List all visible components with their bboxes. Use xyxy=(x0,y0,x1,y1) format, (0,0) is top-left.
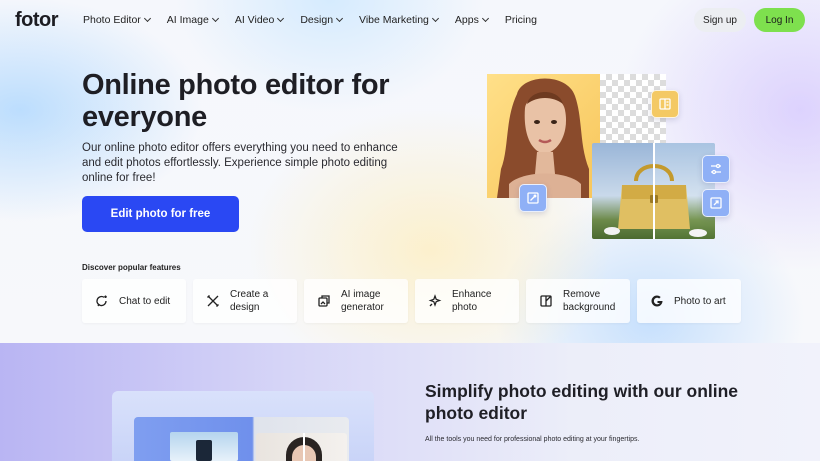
remove-background-icon xyxy=(540,295,552,307)
transform-tool-button[interactable] xyxy=(702,189,730,217)
feature-chat-to-edit[interactable]: Chat to edit xyxy=(82,279,186,323)
section-title: Simplify photo editing with our online p… xyxy=(425,381,739,423)
menu-label: Photo Editor xyxy=(83,14,141,26)
chevron-down-icon xyxy=(211,14,219,23)
design-tools-icon xyxy=(207,295,219,307)
resize-icon xyxy=(710,197,722,209)
layers-tool-button[interactable] xyxy=(651,90,679,118)
feature-label: Remove background xyxy=(563,289,616,313)
chat-edit-icon xyxy=(96,295,107,307)
feature-label: Enhance photo xyxy=(452,289,492,313)
perfume-bottle xyxy=(196,440,212,461)
signup-button[interactable]: Sign up xyxy=(694,8,746,32)
crop-icon xyxy=(527,192,539,204)
feature-remove-background[interactable]: Remove background xyxy=(526,279,630,323)
hero-subtext: Our online photo editor offers everythin… xyxy=(82,142,398,184)
main-menu: Photo Editor AI Image AI Video Design Vi… xyxy=(83,14,554,26)
feature-create-design[interactable]: Create a design xyxy=(193,279,297,323)
menu-label: Design xyxy=(300,14,334,26)
menu-label: Apps xyxy=(454,14,479,26)
chevron-down-icon xyxy=(143,14,151,23)
feature-label: Create a design xyxy=(230,289,269,313)
feature-list: Chat to edit Create a design AI image ge… xyxy=(82,279,741,323)
menu-vibe-marketing[interactable]: Vibe Marketing xyxy=(359,14,439,26)
feature-photo-to-art[interactable]: Photo to art xyxy=(637,279,741,323)
menu-label: Pricing xyxy=(504,14,537,26)
compare-divider[interactable] xyxy=(653,143,655,239)
menu-label: AI Video xyxy=(234,14,275,26)
photo-art-icon xyxy=(651,295,663,307)
chevron-down-icon xyxy=(481,14,489,23)
image-generator-icon xyxy=(318,295,330,307)
edit-photo-button[interactable]: Edit photo for free xyxy=(82,196,239,232)
chevron-down-icon xyxy=(335,14,344,23)
menu-ai-image[interactable]: AI Image xyxy=(166,14,219,26)
feature-label: Chat to edit xyxy=(119,295,171,307)
menu-label: AI Image xyxy=(166,14,209,26)
section-subtitle: All the tools you need for professional … xyxy=(425,436,640,443)
sliders-icon xyxy=(711,163,721,175)
menu-label: Vibe Marketing xyxy=(359,14,429,26)
handbag-photo xyxy=(592,143,715,239)
adjust-tool-button[interactable] xyxy=(702,155,730,183)
top-nav: fotor Photo Editor AI Image AI Video Des… xyxy=(0,0,820,40)
menu-photo-editor[interactable]: Photo Editor xyxy=(83,14,151,26)
portrait-photo xyxy=(487,74,600,198)
crop-tool-button[interactable] xyxy=(519,184,547,212)
menu-ai-video[interactable]: AI Video xyxy=(234,14,285,26)
menu-design[interactable]: Design xyxy=(300,14,344,26)
feature-label: Photo to art xyxy=(674,295,726,307)
enhance-sparkle-icon xyxy=(428,294,442,307)
login-button[interactable]: Log In xyxy=(754,8,805,32)
feature-ai-image-generator[interactable]: AI image generator xyxy=(304,279,408,323)
feature-label: AI image generator xyxy=(341,289,384,313)
compare-divider[interactable] xyxy=(303,433,305,461)
features-title: Discover popular features xyxy=(82,263,181,272)
chevron-down-icon xyxy=(431,14,439,23)
fotor-logo[interactable]: fotor xyxy=(15,9,59,32)
feature-enhance-photo[interactable]: Enhance photo xyxy=(415,279,519,323)
menu-pricing[interactable]: Pricing xyxy=(505,14,537,26)
menu-apps[interactable]: Apps xyxy=(454,14,489,26)
chevron-down-icon xyxy=(277,14,285,23)
hero-headline: Online photo editor for everyone xyxy=(82,69,390,133)
layers-icon xyxy=(659,98,671,110)
